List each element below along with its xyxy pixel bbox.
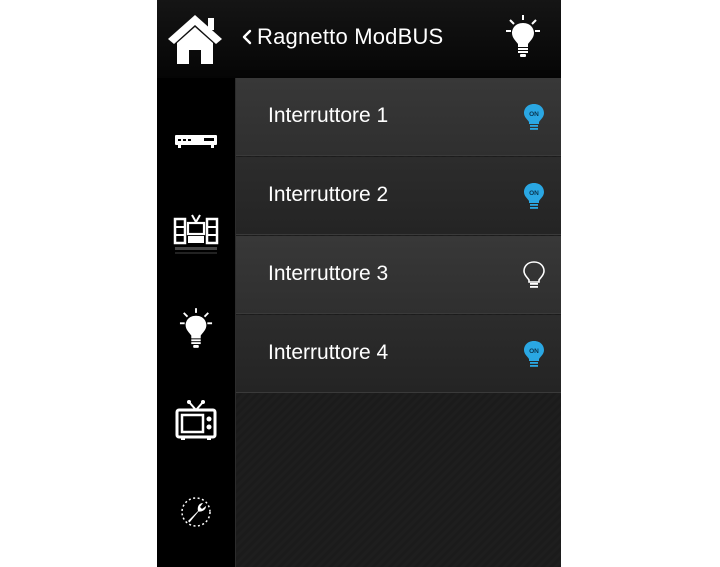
bulb-on-icon[interactable]: ON (521, 102, 547, 132)
media-shelf-icon (173, 214, 219, 254)
on-badge: ON (529, 111, 539, 118)
sidebar-item-multimedia[interactable] (157, 203, 235, 263)
top-bar: Ragnetto ModBUS (157, 0, 561, 78)
sidebar-item-settings[interactable] (157, 482, 235, 542)
switch-label: Interruttore 3 (268, 262, 389, 285)
stereo-receiver-icon (175, 135, 217, 148)
wrench-settings-icon (181, 497, 211, 527)
on-badge: ON (529, 348, 539, 355)
app-screen: Ragnetto ModBUS Interruttore 1 ON Interr… (157, 0, 561, 567)
bulb-on-icon[interactable]: ON (521, 181, 547, 211)
back-button[interactable]: Ragnetto ModBUS (239, 22, 443, 52)
light-bulb-icon[interactable] (505, 14, 541, 58)
sidebar (157, 78, 235, 567)
on-badge: ON (529, 190, 539, 197)
switch-label: Interruttore 2 (268, 183, 389, 206)
bulb-on-icon[interactable]: ON (521, 339, 547, 369)
switch-row[interactable]: Interruttore 4 ON (236, 315, 561, 393)
sidebar-item-audio[interactable] (157, 111, 235, 171)
switch-list: Interruttore 1 ON Interruttore 2 ON Interrut… (236, 78, 561, 567)
tv-icon (175, 400, 217, 440)
switch-label: Interruttore 4 (268, 341, 389, 364)
sidebar-item-lights[interactable] (157, 298, 235, 358)
switch-label: Interruttore 1 (268, 104, 389, 127)
sidebar-item-tv[interactable] (157, 390, 235, 450)
page-title: Ragnetto ModBUS (257, 24, 444, 49)
light-bulb-icon (179, 308, 213, 348)
switch-row[interactable]: Interruttore 3 (236, 236, 561, 314)
bulb-off-icon[interactable] (521, 260, 547, 290)
switch-row[interactable]: Interruttore 2 ON (236, 157, 561, 235)
switch-row[interactable]: Interruttore 1 ON (236, 78, 561, 156)
home-icon[interactable] (166, 12, 224, 66)
chevron-left-icon (242, 29, 252, 45)
